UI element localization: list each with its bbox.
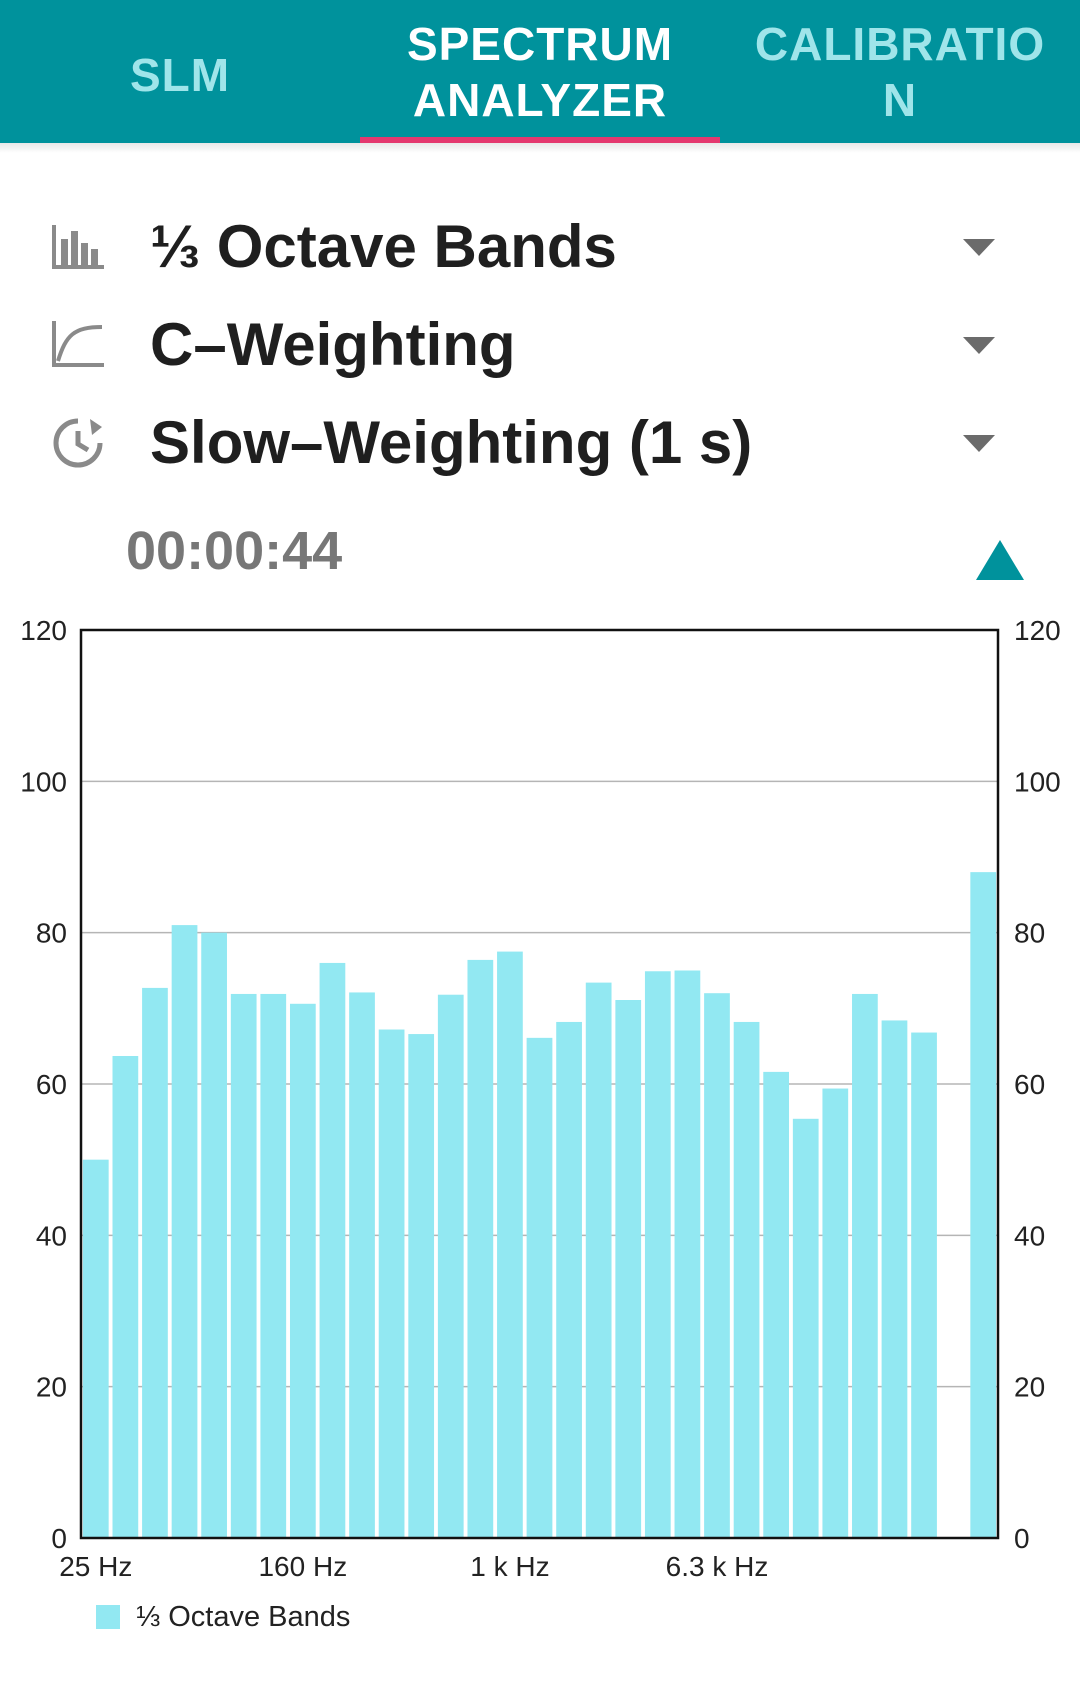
y-tick-label-left: 120 <box>20 615 67 646</box>
bar <box>112 1056 139 1538</box>
frequency-weighting-label: C–Weighting <box>150 311 516 378</box>
x-tick-label: 6.3 k Hz <box>666 1551 769 1582</box>
time-weighting-selector[interactable]: Slow–Weighting (1 s) <box>0 398 1080 488</box>
bar <box>970 872 997 1538</box>
bar <box>911 1032 937 1538</box>
tab-calibration-label: CALIBRATIO N <box>754 17 1046 126</box>
tab-bar: SLM SPECTRUM ANALYZER CALIBRATIO N <box>0 0 1080 143</box>
y-tick-label-right: 20 <box>1014 1372 1045 1403</box>
bar <box>82 1159 109 1538</box>
y-tick-label-left: 60 <box>36 1069 67 1100</box>
tab-slm[interactable]: SLM <box>0 0 360 143</box>
bar <box>674 970 701 1538</box>
bar <box>201 932 227 1538</box>
legend-swatch <box>96 1605 120 1629</box>
bar <box>171 925 198 1538</box>
frequency-weighting-selector[interactable]: C–Weighting <box>0 300 1080 390</box>
bar <box>792 1118 819 1538</box>
bar <box>319 962 346 1538</box>
bar <box>733 1021 760 1538</box>
tab-calibration[interactable]: CALIBRATIO N <box>720 0 1080 143</box>
chart-legend: ⅓ Octave Bands <box>96 1597 350 1637</box>
time-weighting-label: Slow–Weighting (1 s) <box>150 409 753 476</box>
bar <box>763 1071 790 1538</box>
band-label: ⅓ Octave Bands <box>150 213 617 280</box>
bar <box>378 1029 405 1538</box>
tab-spectrum-analyzer[interactable]: SPECTRUM ANALYZER <box>360 0 720 143</box>
bar <box>526 1037 553 1538</box>
bar <box>644 971 671 1538</box>
x-tick-label: 160 Hz <box>258 1551 347 1582</box>
y-tick-label-left: 0 <box>51 1523 67 1554</box>
y-tick-label-right: 40 <box>1014 1220 1045 1251</box>
bar <box>852 993 878 1538</box>
chevron-down-icon <box>963 435 995 452</box>
bar <box>142 987 168 1538</box>
bar <box>408 1034 435 1538</box>
chevron-down-icon <box>963 239 995 256</box>
bar <box>260 993 287 1538</box>
bar <box>704 993 730 1538</box>
x-tick-label: 25 Hz <box>59 1551 132 1582</box>
x-tick-label: 1 k Hz <box>470 1551 549 1582</box>
y-tick-label-left: 80 <box>36 918 67 949</box>
band-selector[interactable]: ⅓ Octave Bands <box>0 202 1080 292</box>
bar <box>437 994 464 1538</box>
y-tick-label-right: 100 <box>1014 766 1061 797</box>
elapsed-timer: 00:00:44 <box>126 521 343 581</box>
bar <box>497 951 523 1538</box>
y-tick-label-right: 120 <box>1014 615 1061 646</box>
tab-spectrum-analyzer-label: SPECTRUM ANALYZER <box>406 17 674 126</box>
bar <box>230 993 257 1538</box>
collapse-triangle-icon[interactable] <box>976 540 1024 580</box>
chevron-down-icon <box>963 337 995 354</box>
legend-label: ⅓ Octave Bands <box>136 1600 351 1633</box>
bar <box>822 1088 849 1538</box>
y-tick-label-left: 20 <box>36 1372 67 1403</box>
bar-chart-icon <box>52 225 104 269</box>
bar <box>556 1021 582 1538</box>
bar <box>349 992 375 1538</box>
bar <box>585 982 612 1538</box>
y-tick-label-right: 0 <box>1014 1523 1030 1554</box>
spectrum-chart: 0 0 20 20 40 40 60 60 80 80 100 100 120 120 25 Hz 160 H… <box>20 615 1061 1582</box>
history-clock-icon <box>53 418 103 468</box>
curve-chart-icon <box>52 321 104 367</box>
y-tick-label-right: 80 <box>1014 918 1045 949</box>
bar <box>467 959 494 1538</box>
bar <box>289 1003 316 1538</box>
y-tick-label-left: 100 <box>20 766 67 797</box>
tab-slm-label: SLM <box>129 48 231 101</box>
tab-bar-shadow <box>0 143 1080 153</box>
y-tick-label-right: 60 <box>1014 1069 1045 1100</box>
y-tick-label-left: 40 <box>36 1220 67 1251</box>
bar <box>615 1000 642 1538</box>
bar <box>881 1020 908 1538</box>
